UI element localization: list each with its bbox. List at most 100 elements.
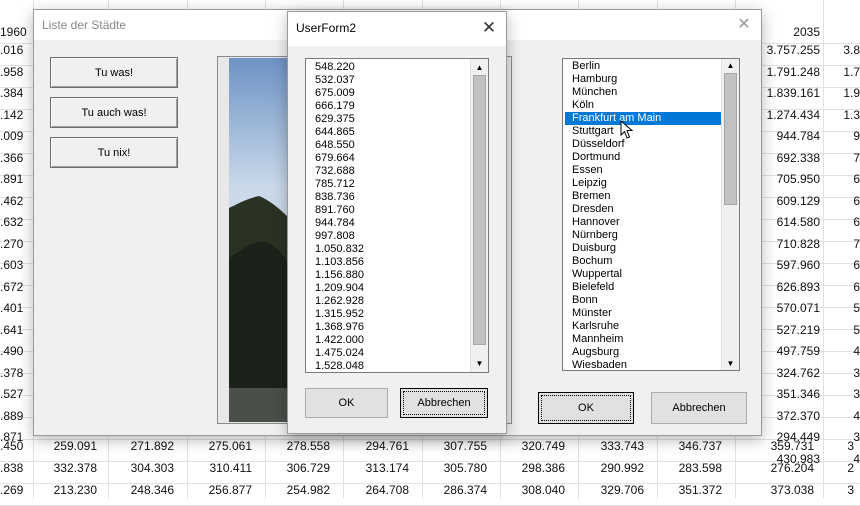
- sheet-cell[interactable]: 3.757.255: [760, 40, 820, 61]
- sheet-cell[interactable]: 332.378: [33, 458, 97, 479]
- sheet-cell[interactable]: 276.204: [735, 458, 814, 479]
- sheet-cell[interactable]: 3: [826, 384, 860, 405]
- sheet-cell[interactable]: 527.219: [760, 320, 820, 341]
- sheet-cell[interactable]: 692.338: [760, 148, 820, 169]
- sheet-cell[interactable]: 320.749: [500, 436, 565, 457]
- value-item[interactable]: 1.528.048: [306, 360, 471, 372]
- city-item[interactable]: Dresden: [563, 203, 722, 216]
- sheet-cell[interactable]: 346.737: [657, 436, 722, 457]
- sheet-cell[interactable]: 1.3: [826, 105, 860, 126]
- sheet-cell[interactable]: 6: [826, 255, 860, 276]
- sheet-cell[interactable]: 6: [826, 212, 860, 233]
- sheet-cell[interactable]: 5: [826, 298, 860, 319]
- value-item[interactable]: 679.664: [306, 152, 471, 165]
- sheet-cell[interactable]: 290.992: [578, 458, 644, 479]
- sheet-cell[interactable]: 626.893: [760, 277, 820, 298]
- city-item[interactable]: Berlin: [563, 60, 722, 73]
- sheet-cell[interactable]: .270: [0, 234, 23, 255]
- sheet-cell[interactable]: 324.762: [760, 363, 820, 384]
- sheet-cell[interactable]: 614.580: [760, 212, 820, 233]
- sheet-cell[interactable]: 6: [826, 191, 860, 212]
- close-icon[interactable]: ✕: [478, 17, 500, 39]
- sheet-cell[interactable]: 351.372: [657, 480, 722, 501]
- value-item[interactable]: 548.220: [306, 61, 471, 74]
- scroll-down-icon[interactable]: ▼: [722, 357, 739, 370]
- sheet-cell[interactable]: 372.370: [760, 406, 820, 427]
- sheet-cell[interactable]: 7: [826, 148, 860, 169]
- sheet-cell[interactable]: 3: [823, 436, 854, 457]
- value-item[interactable]: 1.262.928: [306, 295, 471, 308]
- sheet-cell[interactable]: 283.598: [657, 458, 722, 479]
- sheet-cell[interactable]: 329.706: [578, 480, 644, 501]
- sheet-cell[interactable]: .889: [0, 406, 23, 427]
- city-item[interactable]: Köln: [563, 99, 722, 112]
- sheet-cell[interactable]: 7: [826, 234, 860, 255]
- sheet-cell[interactable]: 248.346: [108, 480, 174, 501]
- sheet-cell[interactable]: 9: [826, 126, 860, 147]
- value-item[interactable]: 1.422.000: [306, 334, 471, 347]
- value-item[interactable]: 1.315.952: [306, 308, 471, 321]
- tu-was-button[interactable]: Tu was!: [50, 57, 178, 88]
- cities-scroll-thumb[interactable]: [724, 73, 737, 205]
- sheet-cell[interactable]: .672: [0, 277, 23, 298]
- scroll-down-icon[interactable]: ▼: [471, 357, 488, 370]
- value-item[interactable]: 629.375: [306, 113, 471, 126]
- value-item[interactable]: 732.688: [306, 165, 471, 178]
- value-item[interactable]: 644.865: [306, 126, 471, 139]
- sheet-cell[interactable]: 310.411: [187, 458, 253, 479]
- value-item[interactable]: 944.784: [306, 217, 471, 230]
- sheet-cell[interactable]: 313.174: [343, 458, 409, 479]
- value-item[interactable]: 838.736: [306, 191, 471, 204]
- city-item[interactable]: Wuppertal: [563, 268, 722, 281]
- sheet-cell[interactable]: 1.791.248: [760, 62, 820, 83]
- sheet-cell[interactable]: 256.877: [187, 480, 252, 501]
- sheet-cell[interactable]: 308.040: [500, 480, 565, 501]
- city-item[interactable]: Bremen: [563, 190, 722, 203]
- sheet-cell[interactable]: 497.759: [760, 341, 820, 362]
- userform2-ok-button[interactable]: OK: [305, 388, 388, 418]
- sheet-cell[interactable]: 609.129: [760, 191, 820, 212]
- city-item[interactable]: Nürnberg: [563, 229, 722, 242]
- tu-auch-was-button[interactable]: Tu auch was!: [50, 97, 178, 128]
- sheet-cell[interactable]: 2: [823, 458, 854, 479]
- city-item[interactable]: Augsburg: [563, 346, 722, 359]
- sheet-cell[interactable]: 304.303: [108, 458, 174, 479]
- sheet-cell[interactable]: 1.9: [826, 83, 860, 104]
- main-ok-button[interactable]: OK: [538, 392, 634, 424]
- sheet-cell[interactable]: 306.729: [265, 458, 330, 479]
- value-item[interactable]: 675.009: [306, 87, 471, 100]
- sheet-cell[interactable]: .490: [0, 341, 23, 362]
- value-item[interactable]: 997.808: [306, 230, 471, 243]
- sheet-cell[interactable]: 3.8: [826, 40, 860, 61]
- sheet-cell[interactable]: 213.230: [33, 480, 97, 501]
- sheet-cell[interactable]: .462: [0, 191, 23, 212]
- sheet-cell[interactable]: 359.731: [735, 436, 814, 457]
- tu-nix-button[interactable]: Tu nix!: [50, 137, 178, 168]
- value-item[interactable]: 1.050.832: [306, 243, 471, 256]
- scroll-up-icon[interactable]: ▲: [722, 59, 739, 72]
- value-item[interactable]: 1.368.976: [306, 321, 471, 334]
- city-item-selected[interactable]: Frankfurt am Main: [565, 112, 722, 125]
- value-item[interactable]: 1.475.024: [306, 347, 471, 360]
- values-listbox[interactable]: 548.220 532.037 675.009 666.179 629.375 644.8…: [305, 58, 489, 373]
- sheet-cell[interactable]: .450: [0, 436, 23, 457]
- sheet-cell[interactable]: 3: [823, 480, 854, 501]
- sheet-cell[interactable]: 6: [826, 277, 860, 298]
- cities-scrollbar[interactable]: ▲ ▼: [721, 59, 739, 370]
- city-item[interactable]: München: [563, 86, 722, 99]
- sheet-cell[interactable]: .958: [0, 62, 23, 83]
- sheet-cell[interactable]: 5: [826, 320, 860, 341]
- values-scroll-thumb[interactable]: [473, 75, 486, 345]
- sheet-cell[interactable]: .632: [0, 212, 23, 233]
- sheet-cell[interactable]: .016: [0, 40, 23, 61]
- sheet-cell[interactable]: .401: [0, 298, 23, 319]
- sheet-cell[interactable]: 1.839.161: [760, 83, 820, 104]
- sheet-cell[interactable]: 298.386: [500, 458, 565, 479]
- city-item[interactable]: Bielefeld: [563, 281, 722, 294]
- sheet-cell[interactable]: 259.091: [33, 436, 97, 457]
- sheet-cell[interactable]: 4: [826, 341, 860, 362]
- sheet-cell[interactable]: .366: [0, 148, 23, 169]
- close-icon[interactable]: ✕: [733, 14, 755, 36]
- sheet-cell[interactable]: 307.755: [422, 436, 487, 457]
- sheet-cell[interactable]: .269: [0, 480, 23, 501]
